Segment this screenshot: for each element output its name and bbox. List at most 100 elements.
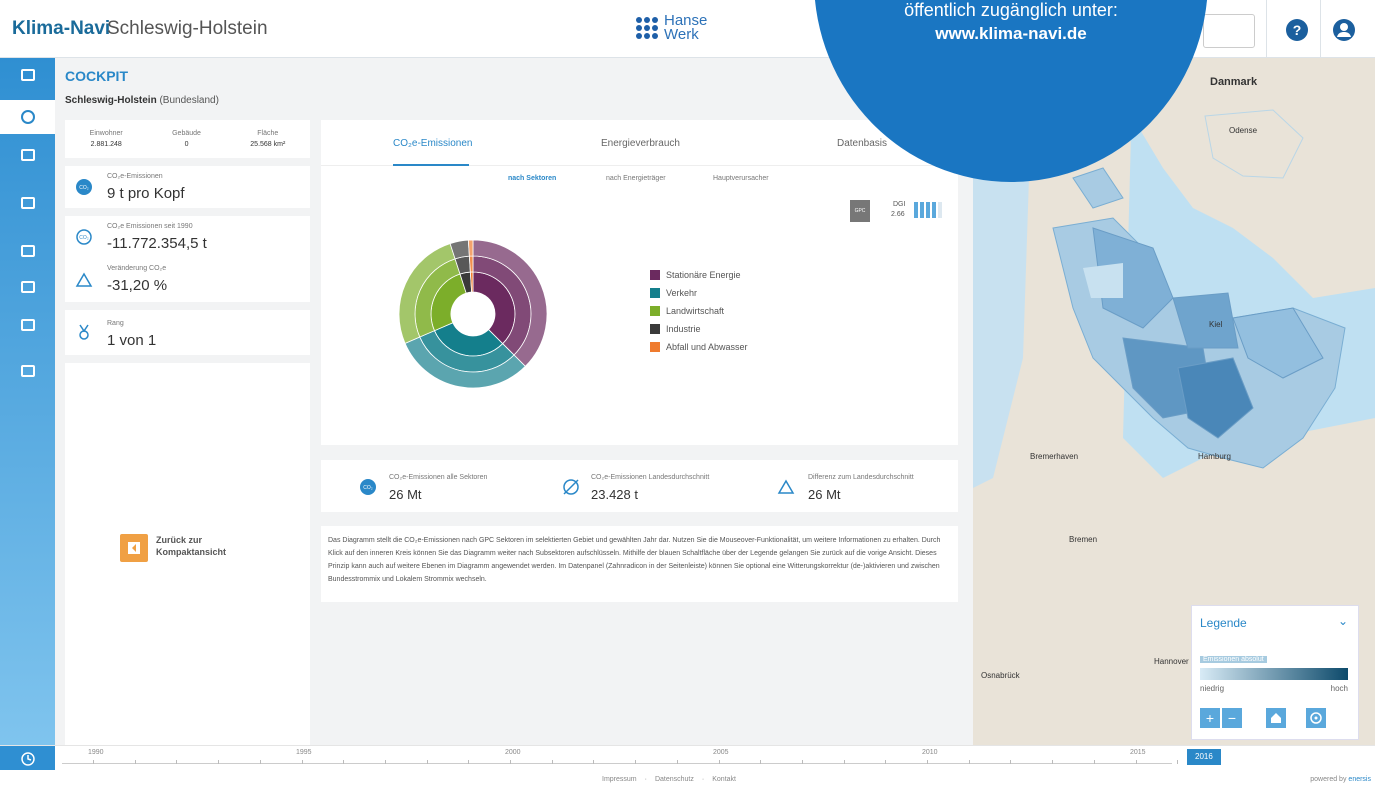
sidebar-item-profile[interactable]: [0, 58, 55, 92]
summary-diff-value: 26 Mt: [808, 487, 841, 502]
zoom-in-button[interactable]: +: [1200, 708, 1220, 728]
legend-item[interactable]: Landwirtschaft: [650, 306, 724, 316]
svg-text:CO₂: CO₂: [79, 185, 89, 191]
map-label-osnabrueck: Osnabrück: [981, 671, 1020, 680]
co2-cloud-icon: CO₂: [76, 179, 92, 195]
sunburst-segment-4-ring-1[interactable]: [468, 255, 474, 273]
locate-icon: [1310, 712, 1322, 724]
subtab-main-polluter[interactable]: Hauptverursacher: [713, 175, 769, 182]
map-label-hannover: Hannover: [1154, 657, 1189, 666]
subtab-by-energy-source[interactable]: nach Energieträger: [606, 175, 666, 182]
footer-link-datenschutz[interactable]: Datenschutz: [655, 776, 694, 783]
timeline-tick: [1177, 760, 1179, 764]
stats-card: Einwohner 2.881.248 Gebäude 0 Fläche 25.568…: [65, 120, 310, 158]
help-button[interactable]: ?: [1286, 19, 1308, 41]
map-label-danmark: Danmark: [1210, 76, 1258, 88]
legend-swatch: [650, 342, 660, 352]
region-label: Schleswig-Holstein (Bundesland): [65, 95, 219, 106]
stat-area: Fläche 25.568 km²: [250, 130, 286, 148]
locate-button[interactable]: [1306, 708, 1326, 728]
legend-label: Verkehr: [666, 288, 698, 298]
user-button[interactable]: [1333, 19, 1355, 41]
settings-icon: [20, 197, 35, 209]
footer-link-impressum[interactable]: Impressum: [602, 776, 637, 783]
timeline-history-button[interactable]: [0, 746, 55, 771]
profile-icon: [20, 69, 35, 81]
sidebar-item-list[interactable]: [0, 270, 55, 304]
chevron-down-icon[interactable]: ⌄: [1338, 614, 1348, 628]
powered-by: powered by enersis: [1310, 776, 1371, 783]
back-to-compact-button[interactable]: Zurück zur Kompaktansicht: [120, 534, 236, 562]
year-timeline[interactable]: 1990 1995 2000 2005 2010 2015 2016: [0, 745, 1375, 771]
app-brand[interactable]: Klima-Navi: [12, 18, 110, 40]
legend-swatch: [650, 270, 660, 280]
legend-item[interactable]: Stationäre Energie: [650, 270, 741, 280]
medal-icon: [79, 324, 89, 340]
timeline-selected-year[interactable]: 2016: [1187, 749, 1221, 765]
sidebar-item-cockpit[interactable]: [0, 100, 55, 134]
legend-label: Landwirtschaft: [666, 306, 725, 316]
legend-item[interactable]: Abfall und Abwasser: [650, 342, 748, 352]
map-label-bremen: Bremen: [1069, 535, 1098, 544]
emissions-label: CO₂e-Emissionen: [107, 173, 163, 180]
sidebar-item-chart[interactable]: [0, 308, 55, 342]
dgi-bar: [920, 202, 924, 218]
dgi-bar: [914, 202, 918, 218]
map-legend: Legende ⌄ Emissionen absolut niedrig hoc…: [1191, 605, 1359, 740]
map-icon: [20, 149, 35, 161]
timeline-tick: [885, 760, 887, 764]
delta-icon: [75, 272, 93, 287]
legend-swatch: [650, 324, 660, 334]
summary-total-value: 26 Mt: [389, 487, 422, 502]
timeline-tick: [801, 760, 803, 764]
dgi-bar: [926, 202, 930, 218]
footer: Impressum · Datenschutz · Kontakt powere…: [0, 770, 1375, 785]
legend-item[interactable]: Industrie: [650, 324, 701, 334]
legend-label: Industrie: [666, 324, 701, 334]
timeline-year-2015[interactable]: 2015: [1130, 749, 1146, 756]
sidebar-item-report[interactable]: [0, 354, 55, 388]
timeline-year-1990[interactable]: 1990: [88, 749, 104, 756]
logo-dots-icon: [636, 17, 658, 39]
legend-item[interactable]: Verkehr: [650, 288, 697, 298]
map-label-odense: Odense: [1229, 126, 1258, 135]
footer-links: Impressum · Datenschutz · Kontakt: [602, 776, 736, 783]
timeline-tick: [468, 760, 470, 764]
home-button[interactable]: [1266, 708, 1286, 728]
footer-link-kontakt[interactable]: Kontakt: [712, 776, 736, 783]
dgi-value: 2.66: [891, 211, 905, 218]
enersis-link[interactable]: enersis: [1348, 776, 1371, 783]
timeline-year-1995[interactable]: 1995: [296, 749, 312, 756]
legend-swatch: [650, 288, 660, 298]
timeline-tick: [635, 760, 637, 764]
tab-energy-consumption[interactable]: Energieverbrauch: [601, 138, 680, 149]
zoom-out-button[interactable]: −: [1222, 708, 1242, 728]
chart-tabs: CO₂e-Emissionen Energieverbrauch Datenba…: [321, 120, 958, 166]
timeline-year-2000[interactable]: 2000: [505, 749, 521, 756]
legend-label: Stationäre Energie: [666, 270, 741, 280]
tab-data-basis[interactable]: Datenbasis: [837, 138, 887, 149]
timeline-tick: [1010, 760, 1012, 764]
cockpit-panel: COCKPIT Schleswig-Holstein (Bundesland) …: [55, 58, 973, 745]
timeline-year-2005[interactable]: 2005: [713, 749, 729, 756]
subtab-by-sector[interactable]: nach Sektoren: [508, 175, 556, 182]
chart-card: CO₂e-Emissionen Energieverbrauch Datenba…: [321, 120, 958, 445]
sunburst-chart[interactable]: [373, 214, 573, 414]
sidebar-item-calculator[interactable]: [0, 234, 55, 268]
sunburst-segment-4-ring-2[interactable]: [467, 239, 474, 257]
sidebar-item-map[interactable]: [0, 138, 55, 172]
legend-label: Abfall und Abwasser: [666, 342, 748, 352]
map-legend-high: hoch: [1330, 684, 1348, 693]
timeline-year-2010[interactable]: 2010: [922, 749, 938, 756]
emissions-value: 9 t pro Kopf: [107, 185, 185, 202]
sidebar-item-settings[interactable]: [0, 186, 55, 220]
map-legend-low: niedrig: [1200, 684, 1225, 693]
region-name: Schleswig-Holstein: [65, 95, 157, 106]
promo-url[interactable]: www.klima-navi.de: [814, 24, 1208, 44]
document-icon: [20, 365, 35, 377]
search-input[interactable]: [1203, 14, 1255, 48]
tab-co2-emissions[interactable]: CO₂e-Emissionen: [393, 138, 472, 149]
timeline-tick: [510, 760, 511, 764]
region-type: (Bundesland): [159, 95, 219, 106]
change-label: Veränderung CO₂e: [107, 265, 167, 272]
